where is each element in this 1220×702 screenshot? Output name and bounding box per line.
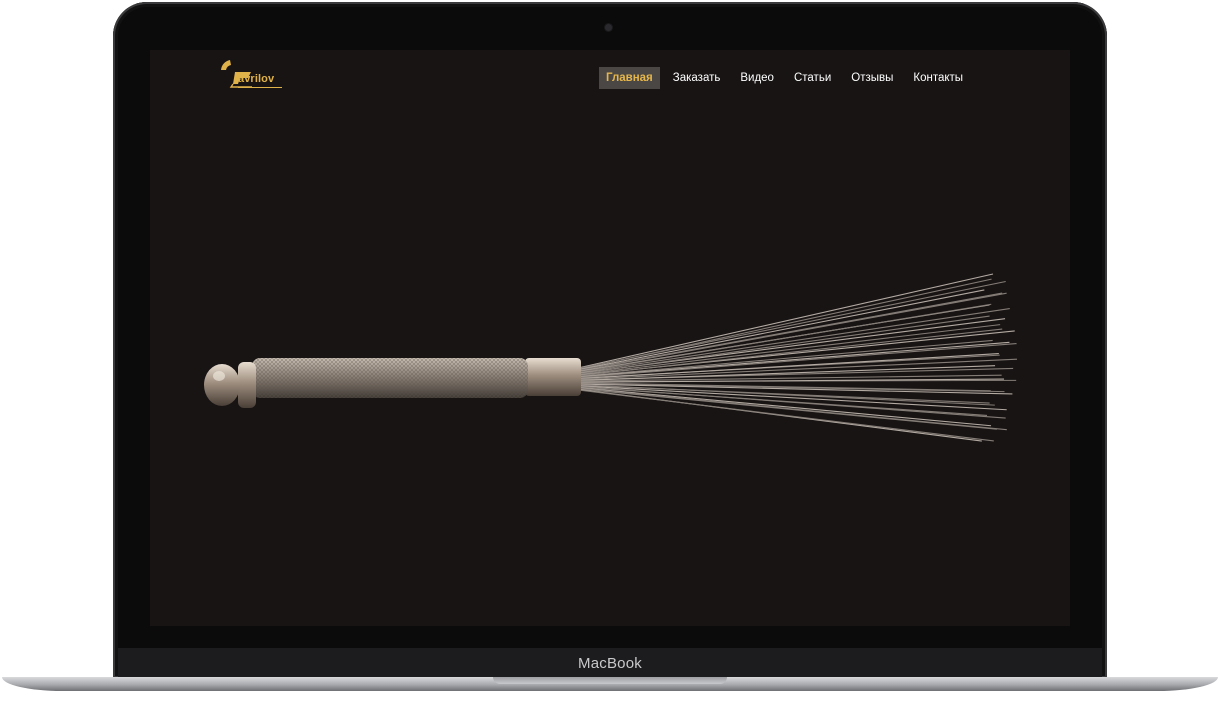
laptop-notch	[493, 677, 727, 684]
camera-icon	[605, 24, 612, 31]
logo-text: avrilov	[238, 73, 275, 85]
nav-item-home[interactable]: Главная	[599, 67, 660, 89]
nav-item-video[interactable]: Видео	[733, 67, 781, 89]
website-screen: avrilov Главная Заказать Видео Статьи От…	[150, 50, 1070, 626]
nav-item-articles[interactable]: Статьи	[787, 67, 838, 89]
device-brand: MacBook	[578, 655, 642, 672]
site-logo[interactable]: avrilov	[218, 56, 288, 92]
nav-item-order[interactable]: Заказать	[666, 67, 728, 89]
main-nav: Главная Заказать Видео Статьи Отзывы Кон…	[599, 67, 976, 89]
nav-item-contacts[interactable]: Контакты	[906, 67, 970, 89]
nav-item-reviews[interactable]: Отзывы	[844, 67, 900, 89]
wire-brush-image	[204, 273, 1017, 442]
